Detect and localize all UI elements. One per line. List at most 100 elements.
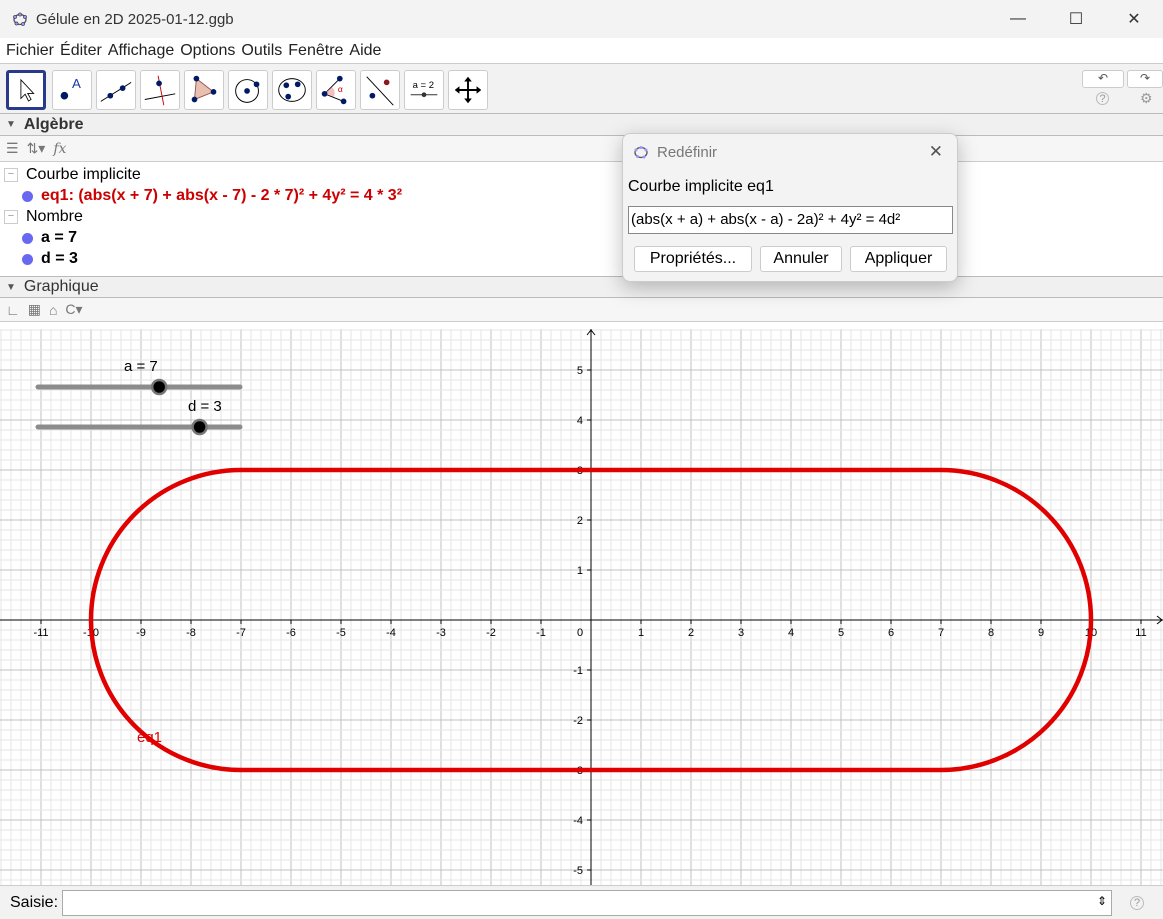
redefine-dialog: Redéfinir ✕ Courbe implicite eq1 (abs(x … bbox=[622, 133, 958, 282]
redo-button[interactable]: ↷ bbox=[1127, 70, 1163, 88]
visibility-dot-icon[interactable] bbox=[22, 232, 33, 244]
menu-editer[interactable]: Éditer bbox=[60, 42, 102, 60]
graphics-title: Graphique bbox=[23, 278, 99, 295]
input-help-icon[interactable]: ? bbox=[1130, 895, 1145, 910]
menu-options[interactable]: Options bbox=[180, 42, 235, 60]
line-tool[interactable] bbox=[96, 70, 136, 110]
menu-fichier[interactable]: Fichier bbox=[6, 42, 54, 60]
move-graphics-tool[interactable] bbox=[448, 70, 488, 110]
move-arrows-icon bbox=[454, 76, 482, 104]
x-tick-label: 7 bbox=[938, 627, 944, 639]
geogebra-logo-icon bbox=[13, 12, 27, 26]
settings-gear-icon[interactable]: ⚙ bbox=[1140, 90, 1153, 107]
y-tick-label: -2 bbox=[573, 715, 583, 727]
menu-fenetre[interactable]: Fenêtre bbox=[288, 42, 343, 60]
y-tick-label: 1 bbox=[577, 565, 583, 577]
description-mode-icon[interactable]: ☰ bbox=[6, 140, 19, 157]
y-tick-label: 5 bbox=[577, 365, 583, 377]
arrow-cursor-icon bbox=[20, 78, 35, 102]
x-tick-label: 11 bbox=[1135, 627, 1146, 639]
y-tick-label: 2 bbox=[577, 515, 583, 527]
minimize-button[interactable]: — bbox=[989, 0, 1047, 38]
menu-outils[interactable]: Outils bbox=[241, 42, 282, 60]
point-tool[interactable]: A bbox=[52, 70, 92, 110]
sort-icon[interactable]: ⇅▾ bbox=[27, 140, 46, 157]
x-tick-label: -8 bbox=[186, 627, 196, 639]
menu-affichage[interactable]: Affichage bbox=[108, 42, 174, 60]
graphics-panel-header[interactable]: ▼ Graphique bbox=[0, 276, 1163, 298]
geogebra-logo-icon bbox=[634, 146, 648, 159]
close-button[interactable]: ✕ bbox=[1105, 0, 1163, 38]
move-tool[interactable] bbox=[6, 70, 46, 110]
x-tick-label: -4 bbox=[386, 627, 396, 639]
menu-aide[interactable]: Aide bbox=[349, 42, 381, 60]
menu-bar: Fichier Éditer Affichage Options Outils … bbox=[0, 38, 1163, 64]
polygon-icon bbox=[191, 75, 217, 103]
x-tick-label: -11 bbox=[33, 627, 48, 639]
group-header[interactable]: − Courbe implicite bbox=[0, 166, 141, 184]
slider-knob[interactable] bbox=[191, 418, 208, 436]
fx-menu-button[interactable]: fx bbox=[53, 141, 66, 157]
grid-toggle-icon[interactable]: ▦ bbox=[28, 301, 41, 318]
dialog-subtitle: Courbe implicite eq1 bbox=[628, 178, 774, 195]
x-tick-label: -6 bbox=[286, 627, 296, 639]
y-tick-label: -1 bbox=[573, 665, 583, 677]
cancel-button[interactable]: Annuler bbox=[760, 246, 842, 272]
x-tick-label: 8 bbox=[988, 627, 994, 639]
slider-knob[interactable] bbox=[150, 378, 168, 396]
list-item-a[interactable]: a = 7 bbox=[22, 229, 77, 247]
slider-icon: a = 2 bbox=[410, 80, 438, 98]
angle-icon: α bbox=[321, 75, 347, 105]
collapse-icon[interactable]: − bbox=[4, 210, 18, 224]
collapse-triangle-icon[interactable]: ▼ bbox=[6, 282, 16, 293]
conic-tool[interactable] bbox=[272, 70, 312, 110]
undo-button[interactable]: ↶ bbox=[1082, 70, 1124, 88]
algebra-view: − Courbe implicite eq1: (abs(x + 7) + abs… bbox=[0, 162, 1163, 276]
perpendicular-tool[interactable] bbox=[140, 70, 180, 110]
visibility-dot-icon[interactable] bbox=[22, 190, 33, 202]
maximize-button[interactable]: ☐ bbox=[1047, 0, 1105, 38]
history-arrows-icon[interactable]: ⇕ bbox=[1097, 894, 1107, 908]
angle-tool[interactable]: α bbox=[316, 70, 356, 110]
graphics-view[interactable]: -11 -10 -9 -8 -7 -6 -5 -4 -3 -2 -1 0 1 2 3 4 5 6 7 8 9 10 11 -5… bbox=[0, 329, 1163, 885]
graphics-canvas[interactable]: -11 -10 -9 -8 -7 -6 -5 -4 -3 -2 -1 0 1 2 3 4 5 6 7 8 9 10 11-5… bbox=[0, 329, 1163, 885]
visibility-dot-icon[interactable] bbox=[22, 253, 33, 265]
point-icon: A bbox=[60, 76, 81, 100]
algebra-panel-header[interactable]: ▼ Algèbre bbox=[0, 114, 1163, 136]
x-tick-label: -5 bbox=[336, 627, 346, 639]
input-field[interactable]: ⇕ bbox=[62, 889, 1113, 916]
help-icon[interactable]: ? bbox=[1096, 92, 1109, 105]
x-tick-label: 0 bbox=[577, 627, 583, 639]
y-tick-label: 4 bbox=[577, 415, 583, 427]
title-bar: Gélule en 2D 2025-01-12.ggb — ☐ ✕ bbox=[0, 0, 1163, 38]
point-capture-icon[interactable]: C▾ bbox=[65, 301, 82, 318]
list-item-eq1[interactable]: eq1: (abs(x + 7) + abs(x - 7) - 2 * 7)² … bbox=[22, 187, 402, 205]
x-tick-label: -1 bbox=[536, 627, 546, 639]
y-tick-label: -4 bbox=[573, 815, 583, 827]
slider-a-label: a = 7 bbox=[124, 358, 158, 375]
circle-center-point-icon bbox=[235, 79, 260, 103]
svg-text:A: A bbox=[72, 76, 81, 91]
slider-tool-label: a = 2 bbox=[413, 80, 434, 91]
dialog-titlebar: Redéfinir ✕ bbox=[623, 134, 957, 170]
home-icon[interactable]: ⌂ bbox=[49, 302, 57, 318]
x-tick-label: 3 bbox=[738, 627, 744, 639]
y-tick-label: -5 bbox=[573, 865, 583, 877]
slider-d-label: d = 3 bbox=[188, 398, 222, 415]
slider-tool[interactable]: a = 2 bbox=[404, 70, 444, 110]
list-item-d[interactable]: d = 3 bbox=[22, 250, 78, 268]
apply-button[interactable]: Appliquer bbox=[850, 246, 947, 272]
definition-input[interactable]: (abs(x + a) + abs(x - a) - 2a)² + 4y² = … bbox=[628, 206, 953, 234]
collapse-triangle-icon[interactable]: ▼ bbox=[6, 119, 16, 130]
dialog-close-button[interactable]: ✕ bbox=[929, 142, 943, 162]
line-icon bbox=[100, 81, 132, 102]
reflect-tool[interactable] bbox=[360, 70, 400, 110]
axes-toggle-icon[interactable]: ∟ bbox=[6, 302, 20, 318]
circle-tool[interactable] bbox=[228, 70, 268, 110]
properties-button[interactable]: Propriétés... bbox=[634, 246, 752, 272]
perpendicular-line-icon bbox=[144, 75, 176, 106]
group-header[interactable]: − Nombre bbox=[0, 208, 83, 226]
collapse-icon[interactable]: − bbox=[4, 168, 18, 182]
polygon-tool[interactable] bbox=[184, 70, 224, 110]
x-tick-label: 9 bbox=[1038, 627, 1044, 639]
